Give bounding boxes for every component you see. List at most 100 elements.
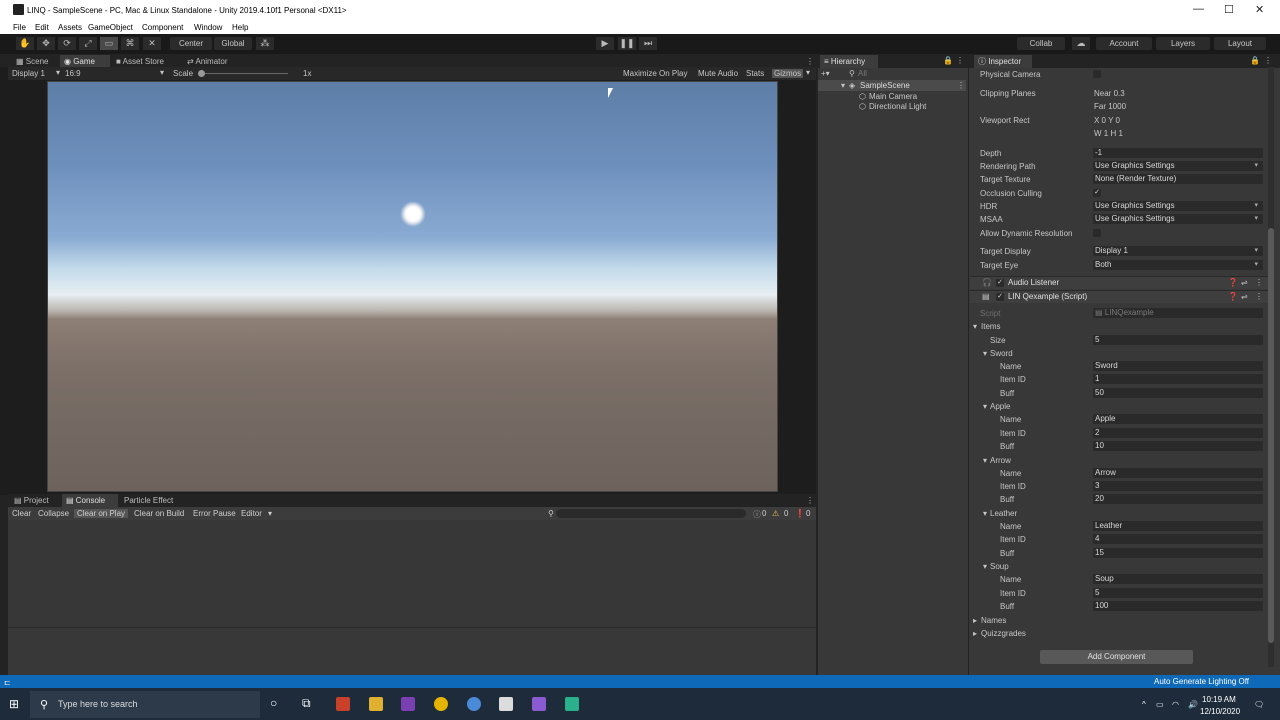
menu-edit[interactable]: Edit (35, 23, 49, 32)
editor-dropdown[interactable]: Editor (241, 509, 262, 518)
warning-count-icon[interactable]: ⚠ (772, 509, 779, 518)
account-button[interactable]: Account (1096, 37, 1152, 50)
add-component-button[interactable]: Add Component (1040, 650, 1193, 664)
aspect-select[interactable]: 16:9 (65, 69, 81, 78)
menu-file[interactable]: File (13, 23, 26, 32)
preset-icon[interactable]: ⇌ (1241, 278, 1248, 287)
play-button[interactable]: ▶ (596, 37, 614, 50)
tab-inspector[interactable]: ⓘ Inspector (974, 55, 1032, 68)
clear-on-play-toggle[interactable]: Clear on Play (74, 509, 129, 518)
script-enabled-checkbox[interactable]: ✓ (996, 293, 1004, 301)
app-icon-2[interactable] (565, 697, 579, 711)
volume-icon[interactable]: 🔊 (1188, 700, 1198, 709)
item-foldout-icon[interactable]: ▾ (983, 509, 987, 518)
help-icon[interactable]: ❓ (1228, 292, 1238, 301)
hand-tool-icon[interactable]: ✋ (16, 37, 34, 50)
item-id-field[interactable]: 1 (1093, 374, 1263, 385)
chrome-profile-icon[interactable] (467, 697, 481, 711)
cortana-icon[interactable]: ○ (270, 696, 277, 710)
item-name-field[interactable]: Arrow (1093, 467, 1263, 478)
clear-button[interactable]: Clear (12, 509, 31, 518)
console-log-list[interactable] (8, 520, 816, 628)
layout-button[interactable]: Layout (1214, 37, 1266, 50)
hierarchy-item-main-camera[interactable]: Main Camera (869, 92, 917, 101)
camera-prop-dropdown[interactable]: Use Graphics Settings (1093, 214, 1263, 224)
scale-tool-icon[interactable]: ⤢ (79, 37, 97, 50)
menu-assets[interactable]: Assets (58, 23, 82, 32)
lighting-status[interactable]: Auto Generate Lighting Off (1154, 677, 1249, 686)
maximize-on-play-toggle[interactable]: Maximize On Play (623, 69, 687, 78)
item-name-field[interactable]: Soup (1093, 574, 1263, 585)
task-view-icon[interactable]: ⧉ (302, 696, 311, 711)
network-icon[interactable]: ▭ (1156, 700, 1164, 709)
notifications-icon[interactable]: 🗨 (1254, 700, 1264, 709)
mute-audio-toggle[interactable]: Mute Audio (698, 69, 738, 78)
collab-button[interactable]: Collab (1017, 37, 1065, 50)
info-count-icon[interactable]: ⓘ (753, 509, 761, 520)
menu-help[interactable]: Help (232, 23, 248, 32)
center-button[interactable]: Center (170, 37, 212, 50)
hierarchy-item-directional-light[interactable]: Directional Light (869, 102, 926, 111)
item-buff-field[interactable]: 20 (1093, 494, 1263, 505)
item-foldout-icon[interactable]: ▾ (983, 349, 987, 358)
console-menu-icon[interactable]: ⋮ (806, 496, 814, 505)
tab-particle-effect[interactable]: Particle Effect (120, 494, 188, 507)
item-name-field[interactable]: Leather (1093, 520, 1263, 531)
tab-project[interactable]: ▤ Project (10, 494, 60, 507)
layers-button[interactable]: Layers (1156, 37, 1210, 50)
camera-prop-field[interactable]: None (Render Texture) (1093, 174, 1263, 184)
status-icon[interactable]: ⊏ (4, 678, 11, 687)
display-select[interactable]: Display 1 (12, 69, 45, 78)
game-render-viewport[interactable] (47, 81, 778, 492)
pause-button[interactable]: ❚❚ (618, 37, 636, 50)
create-plus-icon[interactable]: +▾ (821, 69, 830, 78)
camera-prop-dropdown[interactable]: Use Graphics Settings (1093, 201, 1263, 211)
hierarchy-menu-icon[interactable]: ⋮ (956, 56, 964, 65)
lock-icon[interactable]: 🔒 (943, 56, 953, 65)
camera-prop-dropdown[interactable]: Use Graphics Settings (1093, 161, 1263, 171)
app-icon-1[interactable] (336, 697, 350, 711)
chrome-icon[interactable] (434, 697, 448, 711)
clock-time[interactable]: 10:19 AM (1202, 695, 1236, 704)
tab-hierarchy[interactable]: ≡ Hierarchy (820, 55, 878, 68)
collapse-toggle[interactable]: Collapse (38, 509, 69, 518)
error-count-icon[interactable]: ❗ (795, 509, 805, 518)
inspector-lock-icon[interactable]: 🔒 (1250, 56, 1260, 65)
menu-component[interactable]: Component (142, 23, 183, 32)
item-id-field[interactable]: 4 (1093, 534, 1263, 545)
minimize-icon[interactable]: — (1193, 3, 1204, 15)
error-pause-toggle[interactable]: Error Pause (193, 509, 236, 518)
grid-snap-icon[interactable]: ⁂ (256, 37, 274, 50)
item-buff-field[interactable]: 100 (1093, 600, 1263, 611)
tab-menu-icon[interactable]: ⋮ (806, 57, 814, 66)
scale-slider-track[interactable] (198, 73, 288, 74)
camera-prop-field[interactable]: W 1 H 1 (1094, 129, 1123, 138)
unity-taskbar-icon[interactable] (499, 697, 513, 711)
camera-prop-dropdown[interactable]: Display 1 (1093, 246, 1263, 256)
item-buff-field[interactable]: 10 (1093, 440, 1263, 451)
stats-toggle[interactable]: Stats (746, 69, 764, 78)
component-menu-icon[interactable]: ⋮ (1255, 278, 1263, 287)
inspector-menu-icon[interactable]: ⋮ (1264, 56, 1272, 65)
clock-date[interactable]: 12/10/2020 (1200, 707, 1240, 716)
gizmos-toggle[interactable]: Gizmos (772, 69, 804, 78)
hierarchy-search-input[interactable]: All (858, 69, 867, 78)
camera-prop-field[interactable]: -1 (1093, 148, 1263, 158)
wifi-icon[interactable]: ◠ (1172, 700, 1179, 709)
global-button[interactable]: Global (214, 37, 252, 50)
item-id-field[interactable]: 3 (1093, 480, 1263, 491)
item-name-field[interactable]: Sword (1093, 361, 1263, 371)
item-foldout-icon[interactable]: ▾ (983, 402, 987, 411)
audio-listener-enabled-checkbox[interactable]: ✓ (996, 279, 1004, 287)
camera-prop-checkbox[interactable]: ✓ (1093, 189, 1101, 197)
camera-prop-dropdown[interactable]: Both (1093, 260, 1263, 270)
file-explorer-icon[interactable] (369, 697, 383, 711)
camera-prop-field[interactable]: X 0 Y 0 (1094, 116, 1120, 125)
camera-prop-checkbox[interactable] (1093, 229, 1101, 237)
scene-menu-icon[interactable]: ⋮ (957, 81, 965, 90)
names-foldout-icon[interactable]: ▸ (973, 616, 977, 625)
console-search-input[interactable] (556, 509, 746, 518)
size-field[interactable]: 5 (1093, 335, 1263, 345)
item-id-field[interactable]: 2 (1093, 427, 1263, 438)
preset-icon[interactable]: ⇌ (1241, 292, 1248, 301)
